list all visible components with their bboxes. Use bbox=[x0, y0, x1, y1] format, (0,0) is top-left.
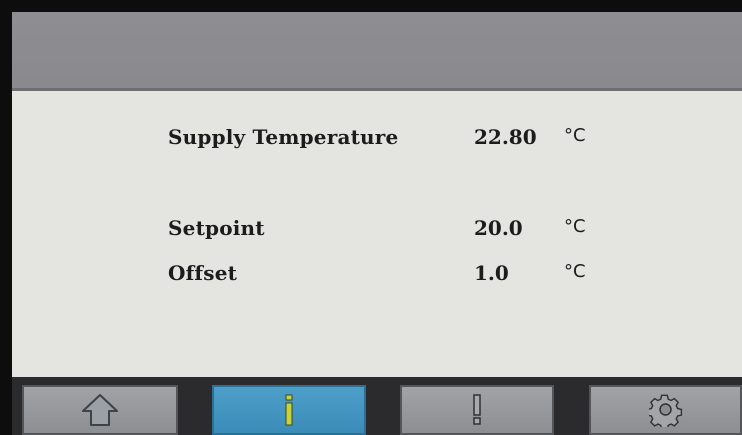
display-screen: Supply Temperature 22.80 °C Setpoint 20.… bbox=[12, 12, 742, 435]
setpoint-value: 20.0 bbox=[474, 216, 523, 240]
settings-button[interactable] bbox=[589, 385, 742, 435]
info-panel: Supply Temperature 22.80 °C Setpoint 20.… bbox=[12, 91, 742, 377]
header-bar bbox=[12, 12, 742, 91]
device-bezel: Supply Temperature 22.80 °C Setpoint 20.… bbox=[0, 0, 742, 435]
offset-unit: °C bbox=[564, 261, 586, 282]
home-icon bbox=[80, 393, 120, 427]
navigation-bar bbox=[12, 377, 742, 435]
info-button[interactable] bbox=[212, 385, 366, 435]
offset-row: Offset 1.0 °C bbox=[12, 261, 742, 291]
supply-temperature-value: 22.80 bbox=[474, 125, 537, 149]
gear-icon bbox=[648, 393, 683, 427]
alarm-button[interactable] bbox=[400, 385, 554, 435]
offset-value: 1.0 bbox=[474, 261, 509, 285]
home-button[interactable] bbox=[22, 385, 178, 435]
setpoint-unit: °C bbox=[564, 216, 586, 237]
setpoint-row: Setpoint 20.0 °C bbox=[12, 216, 742, 246]
setpoint-label: Setpoint bbox=[168, 216, 265, 240]
supply-temperature-row: Supply Temperature 22.80 °C bbox=[12, 125, 742, 155]
info-icon bbox=[281, 393, 297, 427]
supply-temperature-label: Supply Temperature bbox=[168, 125, 399, 149]
offset-label: Offset bbox=[168, 261, 238, 285]
supply-temperature-unit: °C bbox=[564, 125, 586, 146]
exclamation-icon bbox=[469, 393, 485, 427]
